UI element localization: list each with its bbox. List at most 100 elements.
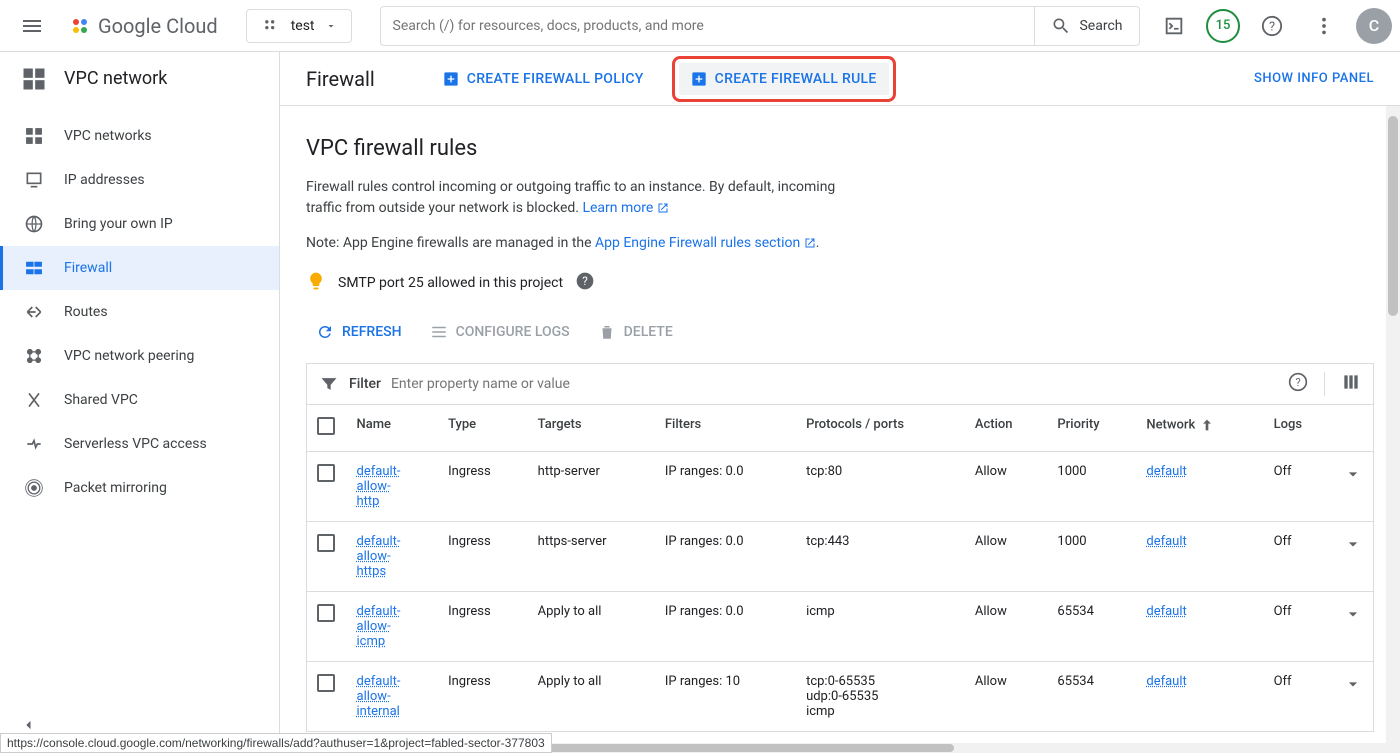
sidebar-item-firewall[interactable]: Firewall	[0, 246, 279, 290]
cell-priority: 65534	[1047, 662, 1136, 732]
cell-protocols: tcp:443	[796, 522, 965, 592]
sidebar-item-label: Bring your own IP	[64, 216, 173, 232]
network-link[interactable]: default	[1146, 674, 1186, 689]
app-engine-link[interactable]: App Engine Firewall rules section	[595, 235, 816, 251]
col-filters[interactable]: Filters	[655, 405, 796, 452]
cell-logs: Off	[1264, 662, 1333, 732]
sidebar-item-bring-your-own-ip[interactable]: Bring your own IP	[0, 202, 279, 246]
sidebar-item-label: Packet mirroring	[64, 480, 167, 496]
col-name[interactable]: Name	[347, 405, 439, 452]
expand-row-icon[interactable]	[1343, 683, 1363, 698]
nav-icon	[24, 258, 44, 278]
columns-icon[interactable]	[1341, 372, 1361, 396]
avatar[interactable]: C	[1356, 8, 1392, 44]
vertical-scrollbar[interactable]	[1386, 106, 1400, 753]
table-row: default-allow-icmp Ingress Apply to all …	[307, 592, 1374, 662]
toolbar: REFRESH CONFIGURE LOGS DELETE	[306, 315, 1374, 349]
col-protocols[interactable]: Protocols / ports	[796, 405, 965, 452]
create-firewall-rule-button[interactable]: CREATE FIREWALL RULE	[679, 63, 889, 95]
network-link[interactable]: default	[1146, 604, 1186, 619]
col-type[interactable]: Type	[438, 405, 528, 452]
cell-filters: IP ranges: 10	[655, 662, 796, 732]
refresh-button[interactable]: REFRESH	[306, 315, 412, 349]
col-targets[interactable]: Targets	[528, 405, 655, 452]
learn-more-link[interactable]: Learn more	[582, 200, 668, 216]
rule-name-link[interactable]: default-allow-icmp	[357, 604, 401, 649]
col-priority[interactable]: Priority	[1047, 405, 1136, 452]
bulb-icon	[306, 271, 326, 295]
sidebar-item-serverless-vpc-access[interactable]: Serverless VPC access	[0, 422, 279, 466]
cell-filters: IP ranges: 0.0	[655, 452, 796, 522]
filter-icon[interactable]	[319, 374, 339, 394]
row-checkbox[interactable]	[317, 464, 335, 482]
project-selector[interactable]: test	[246, 9, 352, 43]
sidebar-item-label: Firewall	[64, 260, 112, 276]
rule-name-link[interactable]: default-allow-internal	[357, 674, 401, 719]
cell-filters: IP ranges: 0.0	[655, 592, 796, 662]
network-link[interactable]: default	[1146, 534, 1186, 549]
table-row: default-allow-https Ingress https-server…	[307, 522, 1374, 592]
expand-row-icon[interactable]	[1343, 543, 1363, 558]
row-checkbox[interactable]	[317, 604, 335, 622]
menu-icon[interactable]	[8, 2, 56, 50]
cell-protocols: icmp	[796, 592, 965, 662]
search-input[interactable]	[380, 6, 1036, 46]
search-container: Search	[380, 6, 1140, 46]
cell-type: Ingress	[438, 522, 528, 592]
cell-action: Allow	[965, 452, 1048, 522]
network-link[interactable]: default	[1146, 464, 1186, 479]
page-title: Firewall	[306, 67, 375, 91]
help-icon[interactable]: ?	[575, 271, 595, 295]
insight-text: SMTP port 25 allowed in this project	[338, 275, 563, 291]
sidebar-item-ip-addresses[interactable]: IP addresses	[0, 158, 279, 202]
select-all-checkbox[interactable]	[317, 417, 335, 435]
trial-badge[interactable]: 15	[1206, 9, 1240, 43]
show-info-panel-button[interactable]: SHOW INFO PANEL	[1254, 71, 1374, 86]
configure-logs-button[interactable]: CONFIGURE LOGS	[420, 315, 580, 349]
list-icon	[430, 323, 448, 341]
external-link-icon	[657, 202, 669, 214]
sidebar-item-vpc-network-peering[interactable]: VPC network peering	[0, 334, 279, 378]
rule-name-link[interactable]: default-allow-http	[357, 464, 401, 509]
section-description: Firewall rules control incoming or outgo…	[306, 177, 866, 219]
search-button[interactable]: Search	[1035, 6, 1139, 46]
create-firewall-policy-button[interactable]: CREATE FIREWALL POLICY	[431, 63, 656, 95]
nav-icon	[24, 390, 44, 410]
expand-row-icon[interactable]	[1343, 473, 1363, 488]
cell-action: Allow	[965, 662, 1048, 732]
cell-logs: Off	[1264, 522, 1333, 592]
col-action[interactable]: Action	[965, 405, 1048, 452]
nav-icon	[24, 126, 44, 146]
help-icon[interactable]: ?	[1288, 372, 1308, 396]
sidebar-item-vpc-networks[interactable]: VPC networks	[0, 114, 279, 158]
cell-priority: 65534	[1047, 592, 1136, 662]
sidebar-item-label: VPC networks	[64, 128, 152, 144]
filter-input[interactable]	[391, 376, 1278, 392]
sidebar-item-routes[interactable]: Routes	[0, 290, 279, 334]
help-icon[interactable]: ?	[1252, 6, 1292, 46]
table-header-row: Name Type Targets Filters Protocols / po…	[307, 405, 1374, 452]
sidebar-item-shared-vpc[interactable]: Shared VPC	[0, 378, 279, 422]
table-row: default-allow-internal Ingress Apply to …	[307, 662, 1374, 732]
cloud-shell-icon[interactable]	[1154, 6, 1194, 46]
row-checkbox[interactable]	[317, 534, 335, 552]
separator	[1324, 372, 1325, 396]
col-network[interactable]: Network	[1136, 405, 1263, 452]
more-icon[interactable]	[1304, 6, 1344, 46]
nav-icon	[24, 214, 44, 234]
filter-bar: Filter ?	[306, 363, 1374, 404]
delete-button[interactable]: DELETE	[588, 315, 683, 349]
svg-text:?: ?	[582, 274, 588, 288]
rule-name-link[interactable]: default-allow-https	[357, 534, 401, 579]
sidebar-title: VPC network	[64, 68, 167, 89]
expand-row-icon[interactable]	[1343, 613, 1363, 628]
cell-logs: Off	[1264, 592, 1333, 662]
vpc-icon	[20, 65, 48, 93]
firewall-rules-table: Name Type Targets Filters Protocols / po…	[306, 404, 1374, 732]
sidebar-item-label: Serverless VPC access	[64, 436, 207, 452]
sidebar-item-packet-mirroring[interactable]: Packet mirroring	[0, 466, 279, 510]
row-checkbox[interactable]	[317, 674, 335, 692]
col-logs[interactable]: Logs	[1264, 405, 1333, 452]
cell-action: Allow	[965, 592, 1048, 662]
logo[interactable]: Google Cloud	[68, 14, 218, 38]
